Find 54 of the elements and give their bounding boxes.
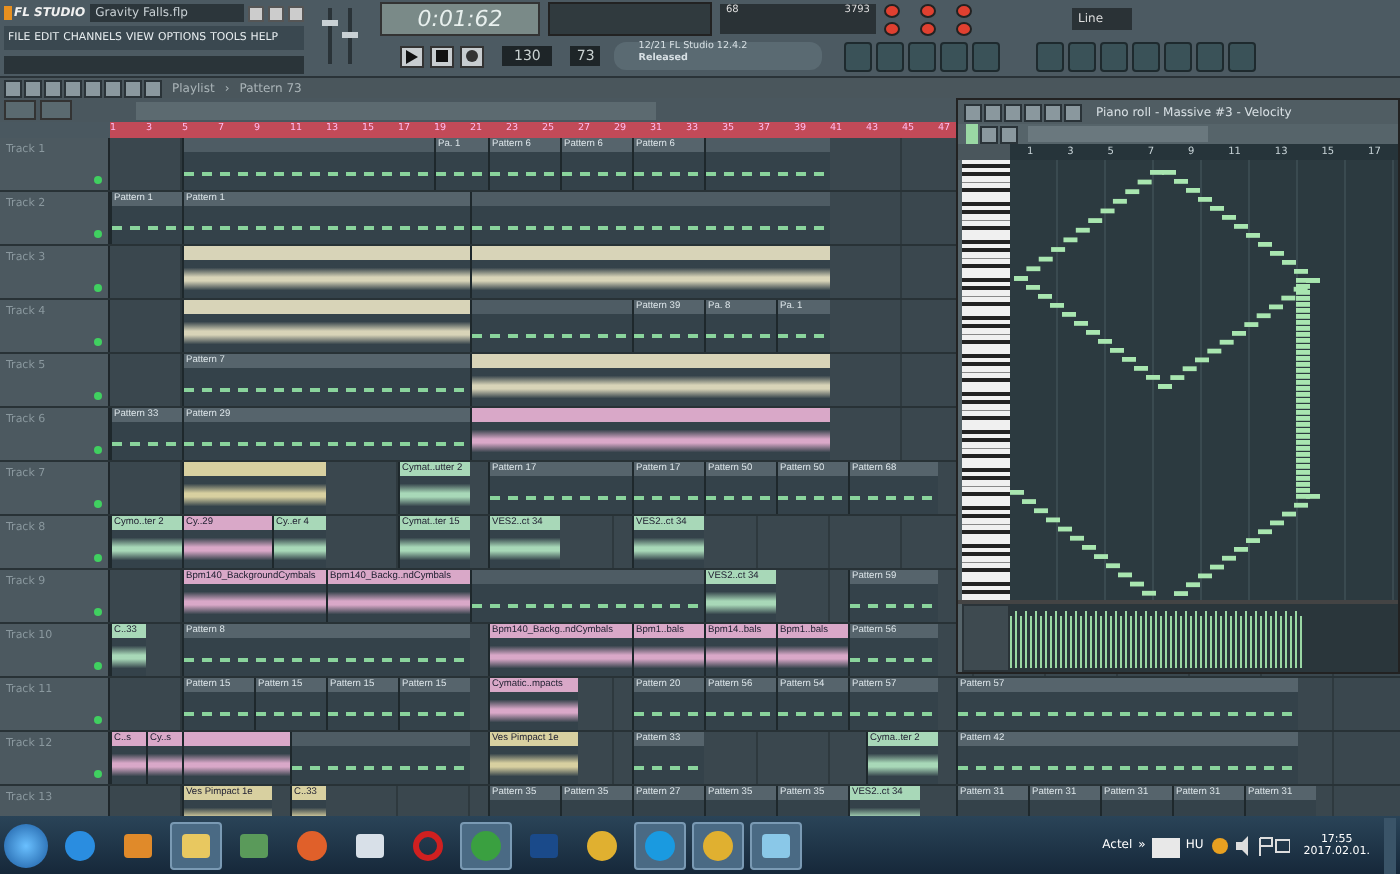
play-button[interactable]: [400, 45, 424, 67]
toggle-led-icon[interactable]: [884, 3, 900, 17]
taskbar-button[interactable]: [692, 821, 744, 869]
color-swatch[interactable]: [966, 124, 978, 144]
track-led-icon[interactable]: [94, 608, 102, 616]
pattern-clip[interactable]: [290, 732, 470, 784]
time-scrollbar[interactable]: [1028, 126, 1208, 142]
time-scrollbar[interactable]: [136, 101, 656, 119]
taskbar-button[interactable]: [750, 821, 802, 869]
toggle-led-icon[interactable]: [920, 3, 936, 17]
audio-clip[interactable]: [182, 246, 470, 298]
toggle-led-icon[interactable]: [956, 21, 972, 35]
audio-clip[interactable]: [470, 408, 830, 460]
taskbar-button[interactable]: [170, 821, 222, 869]
track-led-icon[interactable]: [94, 392, 102, 400]
maximize-button[interactable]: [268, 5, 284, 21]
track-led-icon[interactable]: [94, 230, 102, 238]
track-led-icon[interactable]: [94, 662, 102, 670]
close-button[interactable]: [288, 5, 304, 21]
stop-button[interactable]: [430, 45, 454, 67]
toggle-led-icon[interactable]: [884, 21, 900, 35]
toggle-led-icon[interactable]: [956, 3, 972, 17]
track-led-icon[interactable]: [94, 770, 102, 778]
record-button[interactable]: [460, 45, 484, 67]
pattern-clip[interactable]: [182, 138, 434, 190]
ring-icon: [412, 829, 444, 861]
time-display: 0:01:62: [380, 2, 540, 36]
pattern-clip[interactable]: [470, 192, 830, 244]
piano-keyboard-drawing[interactable]: [962, 160, 1010, 600]
pattern-clip[interactable]: [704, 138, 830, 190]
audio-clip[interactable]: [182, 732, 290, 784]
track-led-icon[interactable]: [94, 716, 102, 724]
stop-icon: [436, 50, 448, 62]
track-led-icon[interactable]: [94, 338, 102, 346]
track-led-icon[interactable]: [94, 554, 102, 562]
ruler-corner: [958, 144, 1010, 160]
track-led-icon[interactable]: [94, 176, 102, 184]
audio-clip[interactable]: [470, 246, 830, 298]
track-led-icon[interactable]: [94, 284, 102, 292]
view-button[interactable]: [4, 100, 36, 120]
toggle-led-icon[interactable]: [920, 21, 936, 35]
tray-icons-drawing[interactable]: [1209, 835, 1290, 855]
pattern-clip[interactable]: [470, 570, 704, 622]
view-button[interactable]: [40, 100, 72, 120]
start-button[interactable]: [4, 823, 48, 867]
play-icon: [406, 49, 418, 63]
track-led-icon[interactable]: [94, 500, 102, 508]
audio-clip[interactable]: [182, 300, 470, 352]
record-icon: [466, 50, 478, 62]
audio-clip[interactable]: [470, 354, 830, 406]
audio-clip[interactable]: [182, 462, 326, 514]
minimize-button[interactable]: [248, 5, 264, 21]
track-led-icon[interactable]: [94, 446, 102, 454]
pattern-clip[interactable]: [470, 300, 632, 352]
